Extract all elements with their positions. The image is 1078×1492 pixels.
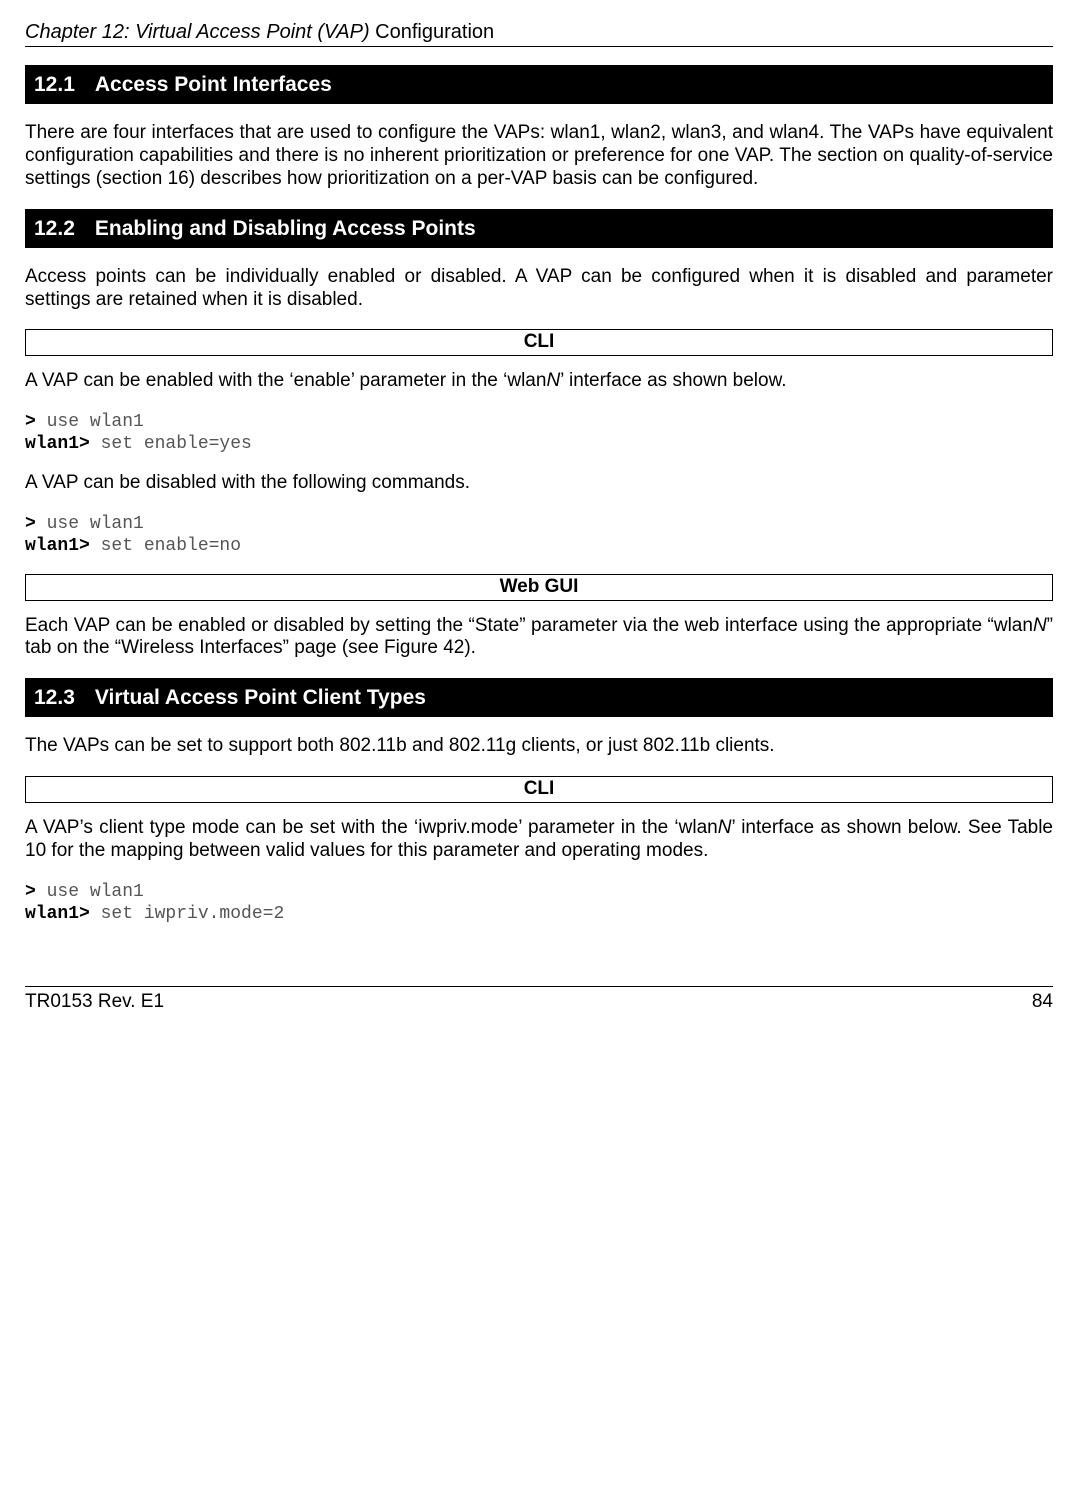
cli-prompt: > xyxy=(25,514,36,534)
text: ’ interface as shown below. xyxy=(560,370,786,391)
cli-command: set iwpriv.mode=2 xyxy=(90,904,284,924)
section-number: 12.1 xyxy=(34,72,75,97)
section-title: Access Point Interfaces xyxy=(95,73,332,96)
cli-command: use wlan1 xyxy=(36,882,144,902)
cli-command: set enable=no xyxy=(90,536,241,556)
italic-n: N xyxy=(1033,615,1047,636)
page-footer: TR0153 Rev. E1 84 xyxy=(25,986,1053,1014)
cli-prompt: wlan1> xyxy=(25,536,90,556)
cli-block: > use wlan1 wlan1> set enable=no xyxy=(25,513,1053,558)
chapter-title-italic: Chapter 12: Virtual Access Point (VAP) xyxy=(25,21,375,43)
text: A VAP’s client type mode can be set with… xyxy=(25,817,718,838)
cli-mid-text: A VAP can be disabled with the following… xyxy=(25,472,1053,495)
section-number: 12.2 xyxy=(34,216,75,241)
section-body: Access points can be individually enable… xyxy=(25,266,1053,312)
cli-intro: A VAP can be enabled with the ‘enable’ p… xyxy=(25,370,1053,393)
section-body: There are four interfaces that are used … xyxy=(25,122,1053,190)
cli-prompt: wlan1> xyxy=(25,434,90,454)
top-rule xyxy=(25,46,1053,47)
cli-command: set enable=yes xyxy=(90,434,252,454)
section-header-12-2: 12.2 Enabling and Disabling Access Points xyxy=(25,209,1053,248)
section-header-12-1: 12.1 Access Point Interfaces xyxy=(25,65,1053,104)
section-number: 12.3 xyxy=(34,685,75,710)
cli-prompt: > xyxy=(25,882,36,902)
section-title: Virtual Access Point Client Types xyxy=(95,686,426,709)
webgui-subheader: Web GUI xyxy=(25,574,1053,601)
cli-subheader: CLI xyxy=(25,329,1053,356)
cli-command: use wlan1 xyxy=(36,514,144,534)
footer-left: TR0153 Rev. E1 xyxy=(25,991,164,1014)
cli-intro: A VAP’s client type mode can be set with… xyxy=(25,817,1053,863)
text: Each VAP can be enabled or disabled by s… xyxy=(25,615,1033,636)
bottom-rule xyxy=(25,986,1053,987)
footer-page-number: 84 xyxy=(1032,991,1053,1014)
italic-n: N xyxy=(546,370,560,391)
cli-subheader: CLI xyxy=(25,776,1053,803)
chapter-title: Chapter 12: Virtual Access Point (VAP) C… xyxy=(25,20,1053,44)
webgui-body: Each VAP can be enabled or disabled by s… xyxy=(25,615,1053,661)
section-title: Enabling and Disabling Access Points xyxy=(95,217,476,240)
cli-command: use wlan1 xyxy=(36,412,144,432)
text: A VAP can be enabled with the ‘enable’ p… xyxy=(25,370,546,391)
cli-block: > use wlan1 wlan1> set enable=yes xyxy=(25,411,1053,456)
cli-prompt: wlan1> xyxy=(25,904,90,924)
italic-n: N xyxy=(718,817,732,838)
chapter-title-plain: Configuration xyxy=(375,21,494,43)
section-body: The VAPs can be set to support both 802.… xyxy=(25,735,1053,758)
section-header-12-3: 12.3 Virtual Access Point Client Types xyxy=(25,678,1053,717)
cli-prompt: > xyxy=(25,412,36,432)
cli-block: > use wlan1 wlan1> set iwpriv.mode=2 xyxy=(25,881,1053,926)
